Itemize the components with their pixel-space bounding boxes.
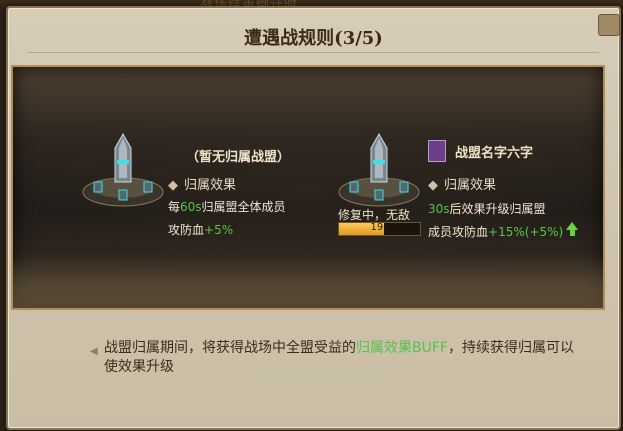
note-pointer-icon: ◀ bbox=[90, 346, 98, 357]
right-line1-countdown: 30s bbox=[428, 202, 450, 216]
alliance-flag-icon bbox=[428, 140, 446, 162]
bullet-diamond-icon: ◆ bbox=[428, 178, 438, 193]
rule-description: 战盟归属期间，将获得战场中全盟受益的归属效果BUFF，持续获得归属可以使效果升级 bbox=[104, 339, 584, 377]
left-line2-label: 攻防血 bbox=[168, 223, 205, 237]
right-line2-bonus: +15% bbox=[488, 225, 525, 239]
upgrade-arrow-stem bbox=[570, 230, 575, 236]
left-alliance-name: （暂无归属战盟） bbox=[186, 150, 291, 165]
right-effect-heading: ◆ 归属效果 bbox=[428, 174, 496, 193]
left-effect-heading: ◆ 归属效果 bbox=[168, 174, 236, 193]
left-line1-suffix: 归属盟全体成员 bbox=[201, 200, 286, 214]
upgrade-arrow-icon bbox=[566, 222, 578, 230]
left-line1-prefix: 每 bbox=[168, 200, 181, 214]
panel-floor bbox=[13, 253, 603, 308]
right-effect-line1: 30s后效果升级归属盟 bbox=[428, 200, 546, 217]
right-effect-line2: 成员攻防血+15%(+5%) bbox=[428, 223, 563, 240]
repair-status-label: 修复中，无敌 bbox=[338, 208, 411, 222]
right-alliance-name: 战盟名字六字 bbox=[455, 146, 534, 161]
right-line1-suffix: 后效果升级归属盟 bbox=[449, 202, 546, 216]
right-effect-title: 归属效果 bbox=[444, 178, 497, 193]
note-text-1: 战盟归属期间，将获得战场中全盟受益的 bbox=[104, 340, 356, 356]
tower-icon bbox=[338, 132, 420, 207]
repair-progress-bar: 19s bbox=[338, 222, 421, 236]
bullet-diamond-icon: ◆ bbox=[168, 178, 178, 193]
left-effect-title: 归属效果 bbox=[184, 178, 237, 193]
dialog-title: 遭遇战规则(3/5) bbox=[244, 28, 383, 49]
left-effect-line1: 每60s归属盟全体成员 bbox=[168, 198, 286, 215]
left-line1-interval: 60s bbox=[180, 200, 202, 214]
right-line2-label: 成员攻防血 bbox=[428, 225, 489, 239]
tower-icon bbox=[82, 132, 164, 207]
note-buff-highlight: 归属效果BUFF bbox=[356, 340, 448, 356]
title-divider bbox=[28, 52, 599, 53]
left-effect-line2: 攻防血+5% bbox=[168, 221, 233, 238]
right-line2-increment: (+5%) bbox=[524, 225, 564, 239]
repair-timer: 19s bbox=[370, 222, 389, 233]
left-line2-bonus: +5% bbox=[204, 223, 234, 237]
